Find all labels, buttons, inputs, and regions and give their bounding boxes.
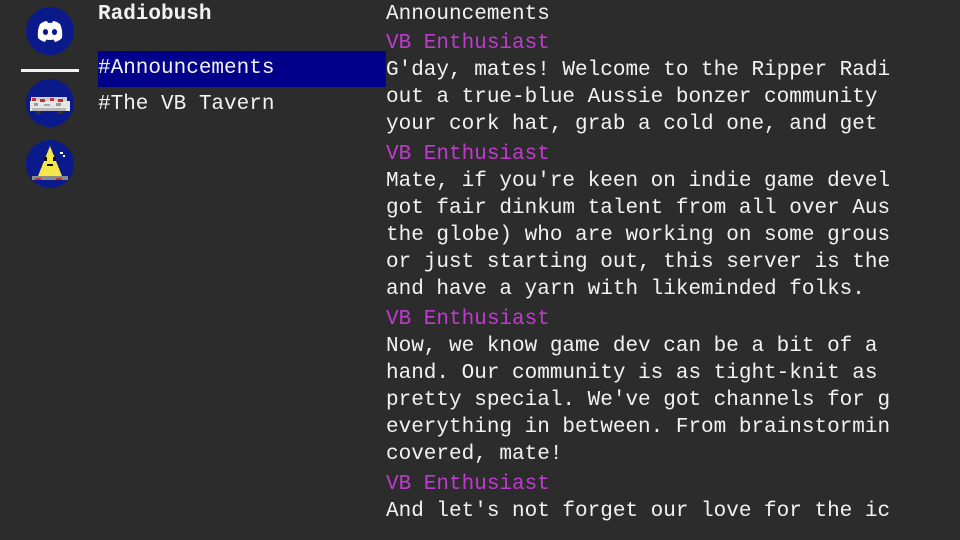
app-window: Radiobush #Announcements #The VB Tavern … [0, 0, 960, 540]
message-text-line: out a true-blue Aussie bonzer community [386, 86, 878, 109]
message-text-line: the globe) who are working on some grous [386, 224, 891, 247]
message-text-line: And let's not forget our love for the ic [386, 500, 891, 523]
message-text-line: everything in between. From brainstormin [386, 416, 891, 439]
message: VB Enthusiast Now, we know game dev can … [386, 306, 960, 468]
message-author[interactable]: VB Enthusiast [386, 141, 960, 168]
channel-item-announcements[interactable]: #Announcements [98, 51, 386, 87]
discord-logo-icon[interactable] [26, 7, 74, 55]
server-rail-divider [21, 69, 79, 72]
server-name: Radiobush [98, 3, 212, 26]
channel-sidebar: Radiobush #Announcements #The VB Tavern [98, 0, 386, 540]
message-text-line: and have a yarn with likeminded folks. [386, 278, 865, 301]
pixel-triangle-character-icon[interactable] [26, 140, 74, 188]
message-text-line: your cork hat, grab a cold one, and get [386, 113, 878, 136]
message-text-line: G'day, mates! Welcome to the Ripper Radi [386, 59, 891, 82]
message-author[interactable]: VB Enthusiast [386, 306, 960, 333]
message: VB Enthusiast And let's not forget our l… [386, 471, 960, 540]
message-text-line: or just starting out, this server is the [386, 251, 891, 274]
message-author[interactable]: VB Enthusiast [386, 471, 960, 498]
message-text-line: pretty special. We've got channels for g [386, 389, 891, 412]
message-text-line: covered, mate! [386, 443, 563, 466]
message: VB Enthusiast G'day, mates! Welcome to t… [386, 30, 960, 138]
message-list[interactable]: VB Enthusiast G'day, mates! Welcome to t… [386, 30, 960, 540]
channel-header-title: Announcements [386, 2, 550, 28]
channel-list: #Announcements #The VB Tavern [98, 51, 386, 123]
message: VB Enthusiast Mate, if you're keen on in… [386, 141, 960, 303]
message-pane: Announcements VB Enthusiast G'day, mates… [386, 0, 960, 540]
message-text-line: , [386, 527, 689, 540]
message-author[interactable]: VB Enthusiast [386, 30, 960, 57]
message-text-line: hand. Our community is as tight-knit as [386, 362, 878, 385]
message-text-line: got fair dinkum talent from all over Aus [386, 197, 891, 220]
message-text-line: Now, we know game dev can be a bit of a [386, 335, 878, 358]
message-text-line: Mate, if you're keen on indie game devel [386, 170, 891, 193]
pixel-vehicle-icon[interactable] [26, 79, 74, 127]
server-rail [0, 0, 98, 540]
channel-item-the-vb-tavern[interactable]: #The VB Tavern [98, 87, 386, 123]
